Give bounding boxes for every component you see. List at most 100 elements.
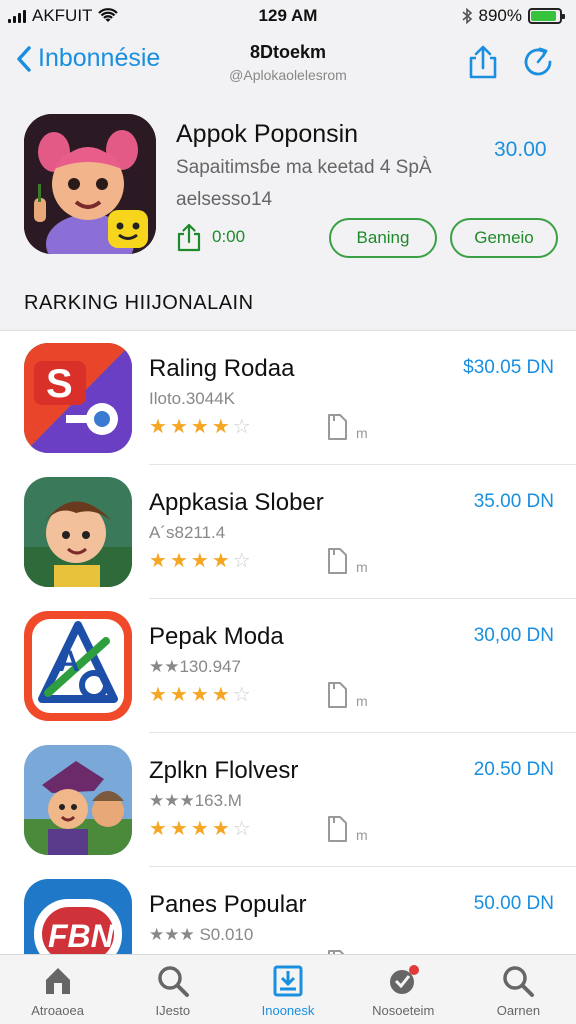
app-subtitle: ★★★ S0.010 (149, 925, 254, 944)
app-meta: m (326, 815, 368, 843)
tab-updates[interactable]: Nosoeteim (346, 955, 461, 1024)
tab-search[interactable]: Oarnen (461, 955, 576, 1024)
star-icon: ★ (190, 818, 209, 840)
tab-label: Inoonesk (261, 1003, 315, 1018)
featured-icon (273, 965, 303, 997)
featured-app-title: Appok Poponsin (176, 120, 359, 148)
app-icon[interactable] (24, 477, 132, 587)
tab-label: IJesto (155, 1003, 191, 1018)
tab-featured[interactable]: Inoonesk (230, 955, 346, 1024)
app-icon[interactable] (24, 745, 132, 855)
battery-percent: 890% (478, 6, 522, 25)
star-icon: ★ (149, 416, 167, 438)
featured-download-size: 0:00 (176, 222, 245, 252)
star-icon: ★ (190, 550, 209, 572)
tab-search[interactable]: IJesto (115, 955, 230, 1024)
document-icon (328, 682, 347, 708)
tab-home[interactable]: Atroaoea (0, 955, 115, 1024)
battery-level (531, 11, 557, 21)
app-name[interactable]: Zplkn Flolvesr (149, 757, 298, 785)
document-icon (328, 414, 347, 440)
app-row[interactable]: Appkasia Slober A´s8211.4 ★ ★ ★ ★ ☆ 35.00 DN m (0, 465, 576, 599)
featured-description-line-2: aelsesso14 (176, 189, 273, 210)
app-icon[interactable]: A (24, 611, 132, 721)
carrier-label: AKFUIT (32, 6, 93, 25)
app-meta-label: m (356, 693, 368, 709)
featured-size-label: 0:00 (212, 227, 246, 246)
ranking-button[interactable]: Baning (329, 218, 437, 258)
star-icon: ★ (169, 550, 188, 572)
document-icon (328, 816, 347, 842)
search-icon (503, 966, 535, 997)
tab-label: Atroaoea (31, 1003, 84, 1018)
star-icon: ★ (211, 684, 230, 706)
wifi-icon (98, 8, 119, 22)
section-heading: RARKING HIIJONALAIN (24, 292, 254, 314)
app-meta: m (326, 681, 368, 709)
app-subtitle: ★★130.947 (149, 657, 241, 676)
star-icon: ☆ (232, 818, 251, 840)
app-subtitle: A´s8211.4 (149, 523, 226, 542)
app-price[interactable]: 20.50 DN (474, 759, 554, 781)
star-icon: ★ (211, 818, 230, 840)
genre-button[interactable]: Gemeio (450, 218, 558, 258)
download-icon (177, 223, 201, 252)
star-icon: ★ (149, 818, 167, 840)
app-row[interactable]: Zplkn Flolvesr ★★★163.M ★ ★ ★ ★ ☆ 20.50 DN m (0, 733, 576, 867)
app-name[interactable]: Panes Popular (149, 891, 306, 919)
app-icon[interactable]: S (24, 343, 132, 453)
star-icon: ★ (211, 416, 230, 438)
app-price[interactable]: 50.00 DN (474, 893, 554, 915)
app-rating: ★★★★☆ (149, 551, 251, 571)
star-icon: ★ (149, 550, 167, 572)
star-icon: ★ (190, 416, 209, 438)
featured-app-icon[interactable] (24, 114, 156, 254)
star-icon: ☆ (232, 416, 251, 438)
svg-text:FBN: FBN (48, 918, 115, 954)
navigation-bar: Inbonnésie 8Dtoekm @Aplokaolelesrom (0, 32, 576, 92)
star-icon: ★ (169, 818, 188, 840)
document-icon (328, 548, 347, 574)
star-icon: ★ (169, 684, 188, 706)
star-icon: ★ (211, 550, 230, 572)
search-icon (158, 966, 189, 997)
app-name[interactable]: Pepak Moda (149, 623, 284, 651)
featured-app-price[interactable]: 30.00 (494, 138, 547, 162)
star-icon: ★ (190, 684, 209, 706)
app-meta: m (326, 413, 368, 441)
status-bar: AKFUIT 129 AM 890% (0, 0, 576, 32)
star-icon: ★ (149, 684, 167, 706)
bluetooth-icon (461, 7, 472, 25)
tab-bar: Atroaoea IJesto Inoonesk Nosoeteim Oarnen (0, 954, 576, 1024)
app-row[interactable]: A Pepak Moda ★★130.947 ★ ★ ★ ★ ☆ 30,00 DN m (0, 599, 576, 733)
featured-app-description: Sapaitimsɓe ma keetad 4 SpÀ aelsesso14 (176, 152, 456, 216)
app-meta: m (326, 547, 368, 575)
app-subtitle: Iloto.3044K (149, 389, 236, 408)
app-price[interactable]: 35.00 DN (474, 491, 554, 513)
app-rating: ★★★★☆ (149, 819, 251, 839)
tab-label: Nosoeteim (372, 1003, 435, 1018)
featured-app: Appok Poponsin 30.00 Sapaitimsɓe ma keet… (0, 100, 576, 330)
share-icon[interactable] (465, 44, 501, 80)
app-rating: ★★★★☆ (149, 685, 251, 705)
app-name[interactable]: Appkasia Slober (149, 489, 324, 517)
app-price[interactable]: $30.05 DN (463, 357, 554, 379)
tab-label: Oarnen (496, 1003, 541, 1018)
star-icon: ★ (169, 416, 188, 438)
signal-icon (8, 9, 26, 23)
app-rating: ★★★★☆ (149, 417, 251, 437)
app-row[interactable]: S Raling Rodaa Iloto.3044K ★ ★ ★ ★ ☆ $30.05 DN m (0, 331, 576, 465)
app-price[interactable]: 30,00 DN (474, 625, 554, 647)
app-name[interactable]: Raling Rodaa (149, 355, 294, 383)
app-meta-label: m (356, 425, 368, 441)
star-icon: ☆ (232, 684, 251, 706)
status-time: 129 AM (258, 6, 318, 25)
battery-icon (528, 8, 565, 24)
featured-description-line-1: Sapaitimsɓe ma keetad 4 SpÀ (176, 157, 432, 178)
app-subtitle: ★★★163.M (149, 791, 242, 810)
ranking-list: S Raling Rodaa Iloto.3044K ★ ★ ★ ★ ☆ $30.05 DN m A… (0, 330, 576, 989)
refresh-icon[interactable] (520, 44, 556, 80)
home-icon (45, 968, 70, 994)
app-meta-label: m (356, 827, 368, 843)
updates-icon (390, 965, 420, 994)
